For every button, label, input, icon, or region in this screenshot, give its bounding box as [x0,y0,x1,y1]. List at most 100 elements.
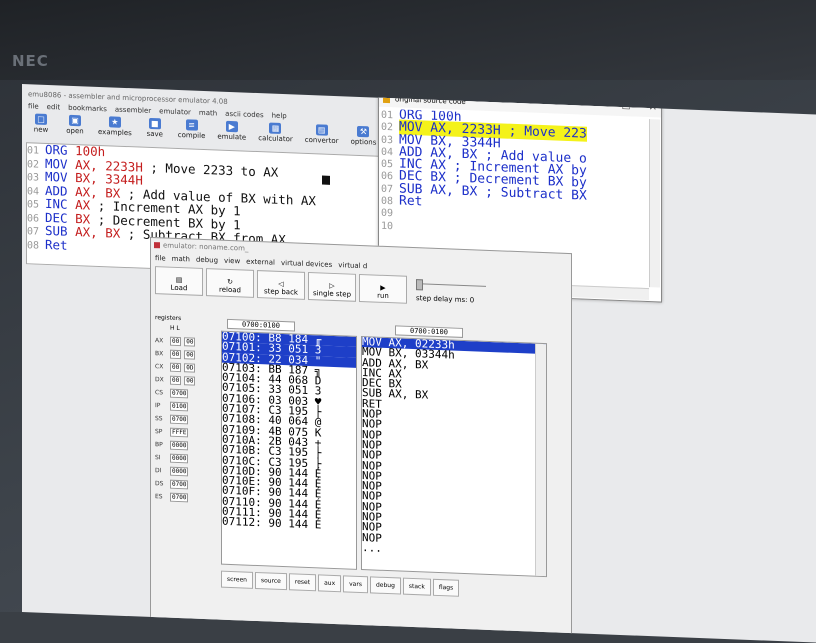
options-button[interactable]: ⚒options [347,124,381,151]
calculator-button[interactable]: ▦calculator [254,121,297,149]
emu-menu-external[interactable]: external [246,258,275,267]
emu-menu-file[interactable]: file [155,254,166,262]
run-button[interactable]: ▶run [359,274,407,304]
step-delay-control[interactable]: step delay ms: 0 [416,276,486,307]
line-number: 02 [381,122,399,134]
line-number: 03 [381,134,399,146]
examples-label: examples [98,128,132,137]
register-high[interactable]: 00 [170,337,181,346]
step-back-button[interactable]: ◁step back [257,270,305,300]
register-value[interactable]: 0700 [170,415,188,425]
close-button[interactable]: ✕ [649,102,657,113]
compile-icon: ≡ [186,119,198,130]
convertor-icon: ▤ [316,124,328,135]
options-label: options [351,138,377,147]
save-button[interactable]: ■save [140,117,170,144]
emu-menu-debug[interactable]: debug [196,256,218,265]
menu-item-help[interactable]: help [272,112,287,121]
open-button[interactable]: ▣open [60,113,90,140]
register-value[interactable]: 0700 [170,389,188,399]
memory-address-field[interactable]: 0700:0100 [227,319,295,332]
open-icon: ▣ [69,115,81,126]
screen-button[interactable]: screen [221,571,253,589]
register-low[interactable]: 00 [184,376,195,385]
register-value[interactable]: FFFE [170,428,188,438]
run-icon: ▶ [380,284,385,292]
register-name: BP [155,441,167,448]
code-mnemonic: Ret [45,236,68,252]
register-low[interactable]: 0D [184,363,195,372]
menu-item-emulator[interactable]: emulator [159,107,191,116]
vars-button[interactable]: vars [343,575,368,593]
register-high[interactable]: 00 [170,363,181,372]
disassembly-list[interactable]: MOV AX, 02233hMOV BX, 03344hADD AX, BXIN… [361,336,547,577]
save-icon: ■ [149,118,161,129]
register-value[interactable]: 0000 [170,441,188,451]
brand-logo: NEC [12,52,49,70]
register-high[interactable]: 00 [170,376,181,385]
maximize-button[interactable]: ☐ [622,101,631,112]
code-operands: AX, BX [75,224,128,241]
single-step-icon: ▷ [329,282,334,290]
step-delay-slider[interactable] [416,283,486,291]
save-label: save [147,130,163,139]
menu-item-edit[interactable]: edit [47,103,60,112]
emu-menu-virtual-devices[interactable]: virtual devices [281,259,332,269]
menu-item-file[interactable]: file [28,102,39,110]
Load-icon: ▤ [176,276,183,284]
single-step-button[interactable]: ▷single step [308,272,356,302]
register-name: CS [155,389,167,396]
reload-button[interactable]: ↻reload [206,268,254,298]
line-number: 04 [27,186,45,198]
new-button[interactable]: □new [26,112,56,139]
disassembly-address-field[interactable]: 0700:0100 [395,325,463,338]
source-vertical-scrollbar[interactable] [649,119,660,287]
minimize-button[interactable]: — [594,100,604,111]
disassembly-scrollbar[interactable] [535,344,546,576]
aux-button[interactable]: aux [318,574,341,592]
new-label: new [34,125,48,134]
register-name: AX [155,337,167,344]
examples-button[interactable]: ★examples [94,115,136,143]
Load-button[interactable]: ▤Load [155,266,203,296]
register-value[interactable]: 0700 [170,480,188,490]
emulate-button[interactable]: ▶emulate [213,119,250,146]
reset-button[interactable]: reset [289,573,316,591]
register-low[interactable]: 00 [184,350,195,359]
flags-button[interactable]: flags [433,579,459,597]
emu-menu-view[interactable]: view [224,257,240,266]
register-value[interactable]: 0100 [170,402,188,412]
slider-knob[interactable] [416,279,423,290]
menu-item-math[interactable]: math [199,109,217,118]
emu-menu-virtual-d[interactable]: virtual d [338,261,367,270]
register-high[interactable]: 00 [170,350,181,359]
register-value[interactable]: 0700 [170,493,188,503]
line-number: 08 [27,240,45,252]
emulate-label: emulate [217,133,246,142]
convertor-label: convertor [305,136,339,145]
calculator-label: calculator [258,134,293,143]
emu-menu-math[interactable]: math [172,255,190,264]
register-value[interactable]: 0000 [170,454,188,464]
compile-button[interactable]: ≡compile [174,118,210,145]
register-name: SI [155,454,167,461]
memory-list[interactable]: 07100: B8 184 ╓07101: 33 051 307102: 22 … [221,331,357,570]
register-name: SS [155,415,167,422]
menu-item-bookmarks[interactable]: bookmarks [68,104,107,113]
line-number: 02 [27,159,45,171]
convertor-button[interactable]: ▤convertor [301,123,343,151]
monitor-bezel [0,0,816,80]
calculator-icon: ▦ [269,123,281,134]
source-button[interactable]: source [255,572,287,590]
line-number: 03 [27,172,45,184]
menu-item-ascii-codes[interactable]: ascii codes [225,110,263,119]
register-value[interactable]: 0000 [170,467,188,477]
line-number: 04 [381,147,399,159]
menu-item-assembler[interactable]: assembler [115,106,151,115]
register-low[interactable]: 00 [184,337,195,346]
step-back-icon: ◁ [278,280,283,288]
high-byte-header: H L [170,325,180,332]
stack-button[interactable]: stack [403,578,431,596]
register-name: IP [155,402,167,409]
debug-button[interactable]: debug [370,576,401,594]
